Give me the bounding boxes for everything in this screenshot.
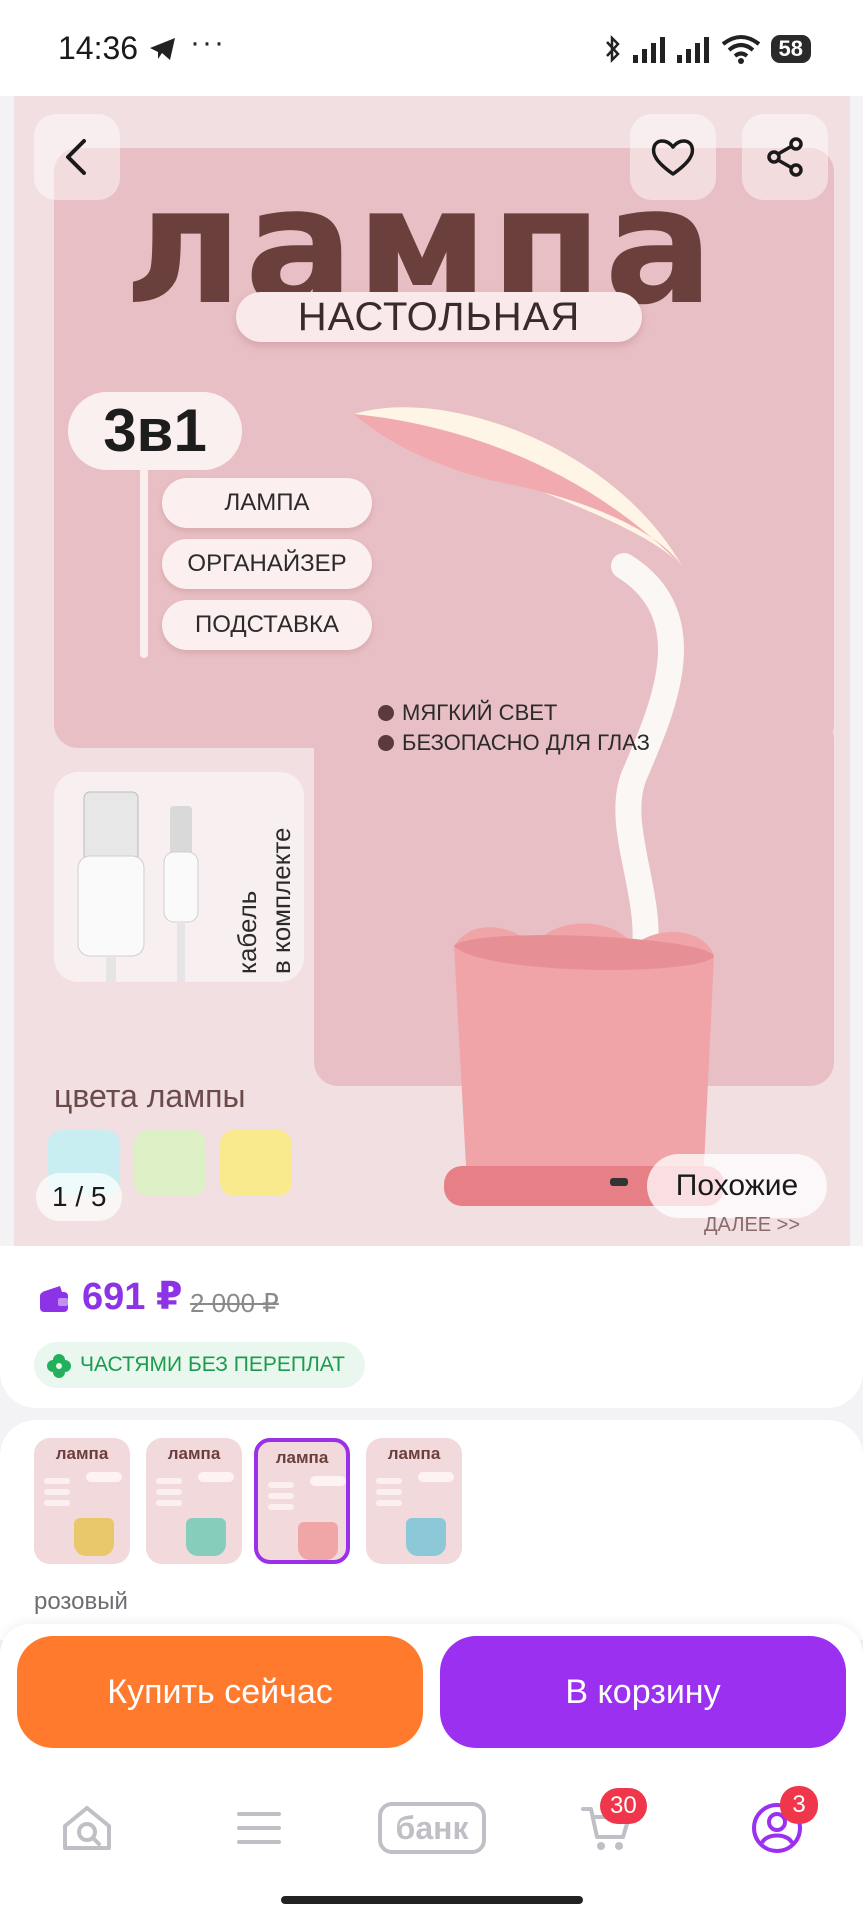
- thumb-title: лампа: [167, 1444, 221, 1463]
- wallet-icon: [40, 1286, 68, 1312]
- thumb-features: [156, 1478, 182, 1518]
- action-bar: Купить сейчас В корзину: [0, 1624, 863, 1754]
- bullet-text: МЯГКИЙ СВЕТ: [402, 700, 558, 725]
- product-image-gallery[interactable]: лампа НАСТОЛЬНАЯ 3в1 ЛАМПА ОРГАНАЙЗЕР ПО…: [14, 96, 850, 1246]
- variant-thumb-3[interactable]: лампа: [254, 1438, 350, 1564]
- battery-indicator: 58: [770, 35, 811, 63]
- selected-variant-label: розовый: [34, 1588, 128, 1615]
- thumb-lamp-base: [186, 1518, 226, 1556]
- bullet-1: МЯГКИЙ СВЕТ: [378, 700, 557, 726]
- price-card: 691 ₽ 2 000 ₽ ЧАСТЯМИ БЕЗ ПЕРЕПЛАТ: [0, 1246, 863, 1408]
- installments-badge[interactable]: ЧАСТЯМИ БЕЗ ПЕРЕПЛАТ: [34, 1342, 365, 1388]
- telegram-icon: [150, 38, 175, 60]
- thumb-features: [44, 1478, 70, 1518]
- installments-text: ЧАСТЯМИ БЕЗ ПЕРЕПЛАТ: [80, 1353, 345, 1376]
- variant-thumb-2[interactable]: лампа: [146, 1438, 242, 1564]
- variant-thumb-4[interactable]: лампа: [366, 1438, 462, 1564]
- back-button[interactable]: [34, 114, 120, 200]
- current-price: 691 ₽: [82, 1276, 183, 1318]
- home-search-icon: [63, 1806, 111, 1850]
- chevron-left-icon: [66, 139, 86, 175]
- feature-pill-1: ЛАМПА: [162, 478, 372, 528]
- image-subtitle: НАСТОЛЬНАЯ: [236, 292, 642, 342]
- swatch-green: [134, 1130, 206, 1196]
- badge-connector: [140, 468, 148, 658]
- thumb-title: лампа: [55, 1444, 109, 1463]
- share-button[interactable]: [742, 114, 828, 200]
- old-price: 2 000 ₽: [190, 1288, 279, 1318]
- thumb-lamp-head: [86, 1472, 122, 1482]
- thumb-features: [268, 1482, 294, 1522]
- more-notifications-icon: ···: [190, 26, 226, 59]
- signal-icon-2: [676, 37, 709, 63]
- colors-title: цвета лампы: [54, 1078, 246, 1114]
- thumb-features: [376, 1478, 402, 1518]
- variants-card: лампа лампа лампа лампа розовый: [0, 1420, 863, 1640]
- cart-count-badge: 30: [600, 1788, 647, 1824]
- clover-icon: [47, 1354, 71, 1378]
- feature-pill-3: ПОДСТАВКА: [162, 600, 372, 650]
- thumb-lamp-head: [198, 1472, 234, 1482]
- bluetooth-icon: [605, 34, 620, 64]
- thumb-lamp-base: [406, 1518, 446, 1556]
- swatch-yellow: [220, 1130, 292, 1196]
- signal-icon: [632, 37, 665, 63]
- favorite-button[interactable]: [630, 114, 716, 200]
- bullet-2: БЕЗОПАСНО ДЛЯ ГЛАЗ: [378, 730, 650, 756]
- thumb-title: лампа: [275, 1448, 329, 1467]
- nav-home[interactable]: [52, 1798, 122, 1858]
- bullet-text: БЕЗОПАСНО ДЛЯ ГЛАЗ: [402, 730, 650, 755]
- home-indicator[interactable]: [281, 1896, 583, 1904]
- wifi-icon: [721, 35, 760, 64]
- thumb-lamp-head: [310, 1476, 346, 1486]
- thumb-lamp-base: [74, 1518, 114, 1556]
- similar-button[interactable]: Похожие: [647, 1154, 827, 1218]
- menu-icon: [237, 1812, 281, 1844]
- heart-icon: [651, 139, 695, 176]
- cable-label-text: кабель в комплекте: [232, 828, 296, 975]
- bullet-dot: [378, 735, 394, 751]
- feature-pill-2: ОРГАНАЙЗЕР: [162, 539, 372, 589]
- image-counter: 1 / 5: [36, 1173, 123, 1221]
- nav-catalog[interactable]: [224, 1798, 294, 1858]
- status-bar: 14:36 ··· 58: [0, 0, 863, 96]
- thumb-lamp-base: [298, 1522, 338, 1560]
- add-to-cart-button[interactable]: В корзину: [440, 1636, 846, 1748]
- status-time: 14:36: [58, 30, 139, 66]
- buy-now-button[interactable]: Купить сейчас: [17, 1636, 423, 1748]
- cable-label: кабель в комплекте: [232, 828, 296, 975]
- variant-thumb-1[interactable]: лампа: [34, 1438, 130, 1564]
- profile-count-badge: 3: [780, 1786, 818, 1824]
- next-hint: ДАЛЕЕ >>: [704, 1214, 801, 1236]
- share-icon: [767, 137, 803, 177]
- image-badge: 3в1: [68, 392, 242, 470]
- nav-bank[interactable]: банк: [378, 1802, 486, 1854]
- thumb-lamp-head: [418, 1472, 454, 1482]
- thumb-title: лампа: [387, 1444, 441, 1463]
- bullet-dot: [378, 705, 394, 721]
